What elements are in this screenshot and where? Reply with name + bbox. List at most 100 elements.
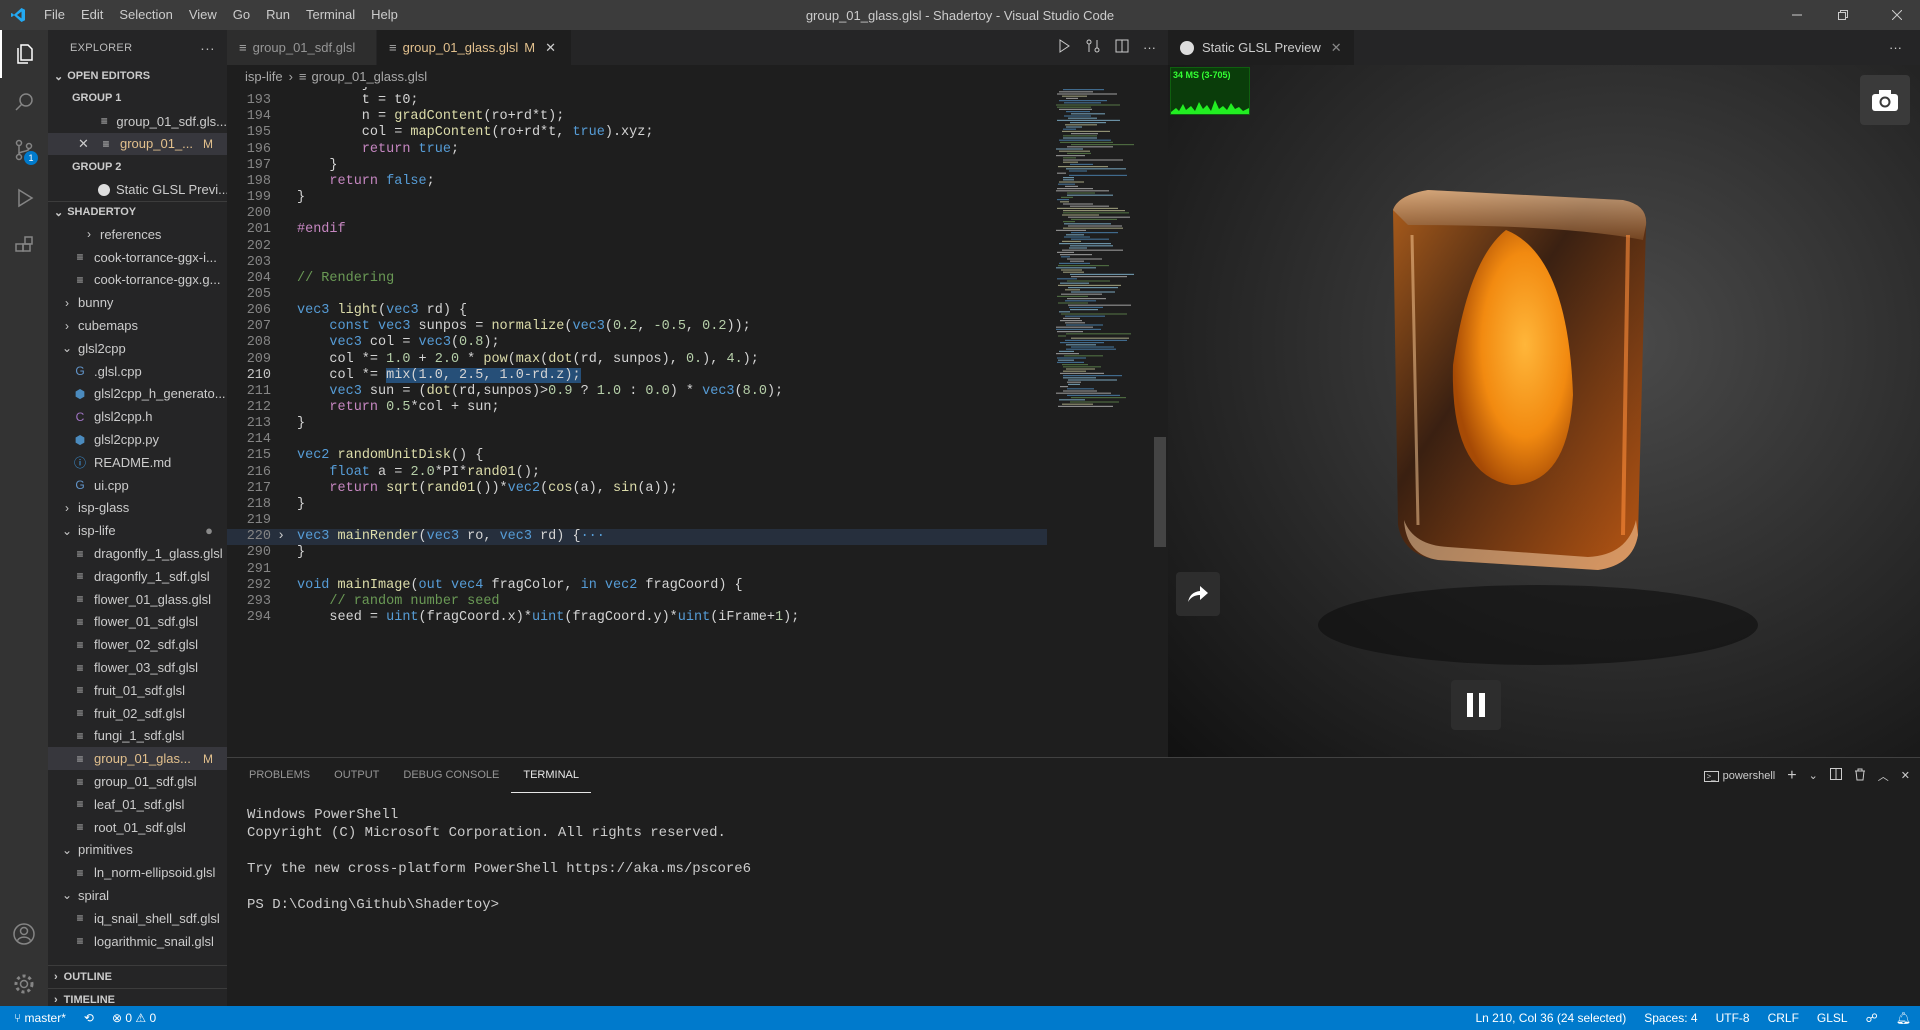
code-line[interactable]: 220 › vec3 mainRender(vec3 ro, vec3 rd) {·… <box>227 529 1047 546</box>
tree-file[interactable]: ⓘ README.md <box>48 451 227 474</box>
code-line[interactable]: 294 seed = uint(fragCoord.x)*uint(fragCo… <box>227 610 1047 626</box>
close-panel-icon[interactable]: ✕ <box>1901 769 1910 782</box>
tree-file[interactable]: ≡ leaf_01_sdf.glsl <box>48 793 227 816</box>
code-line[interactable]: 193 t = t0; <box>227 93 1047 109</box>
tree-file[interactable]: ⬢ glsl2cpp.py <box>48 428 227 451</box>
close-tab-icon[interactable]: ✕ <box>545 40 556 56</box>
code-line[interactable]: 208 vec3 col = vec3(0.8); <box>227 335 1047 351</box>
language-mode[interactable]: GLSL <box>1808 1011 1857 1025</box>
code-line[interactable]: 199} <box>227 190 1047 206</box>
terminal-selector[interactable]: >_ powershell <box>1703 770 1775 782</box>
settings-gear-icon[interactable] <box>0 960 48 1008</box>
sync-icon[interactable]: ⟲ <box>75 1011 103 1025</box>
breadcrumb-file[interactable]: group_01_glass.glsl <box>312 69 428 84</box>
tree-folder[interactable]: › references <box>48 223 227 246</box>
tree-file[interactable]: ≡ flower_03_sdf.glsl <box>48 656 227 679</box>
share-arrow-icon[interactable] <box>1176 572 1220 616</box>
tree-folder[interactable]: ⌄ primitives <box>48 839 227 862</box>
tree-file[interactable]: ≡ fruit_02_sdf.glsl <box>48 702 227 725</box>
restore-button[interactable] <box>1820 0 1866 30</box>
code-line[interactable]: 218} <box>227 497 1047 513</box>
code-line[interactable]: 292 void mainImage(out vec4 fragColor, in… <box>227 578 1047 594</box>
tree-file[interactable]: ≡ cook-torrance-ggx-i... <box>48 246 227 269</box>
tree-file[interactable]: ⬢ glsl2cpp_h_generato... <box>48 383 227 406</box>
shadertoy-folder-header[interactable]: ⌄ SHADERTOY <box>48 200 227 223</box>
cursor-position[interactable]: Ln 210, Col 36 (24 selected) <box>1466 1011 1635 1025</box>
tree-folder[interactable]: › isp-glass <box>48 497 227 520</box>
open-editor-item[interactable]: Static GLSL Previ... <box>48 178 227 201</box>
minimize-button[interactable] <box>1774 0 1820 30</box>
code-line[interactable]: 293 // random number seed <box>227 594 1047 610</box>
tree-file[interactable]: ≡ cook-torrance-ggx.g... <box>48 269 227 292</box>
code-line[interactable]: 217 return sqrt(rand01())*vec2(cos(a), s… <box>227 481 1047 497</box>
tree-file[interactable]: ≡ fruit_01_sdf.glsl <box>48 679 227 702</box>
menu-selection[interactable]: Selection <box>111 0 180 30</box>
menu-file[interactable]: File <box>36 0 73 30</box>
code-line[interactable]: 204 // Rendering <box>227 271 1047 287</box>
code-line[interactable]: 200 <box>227 206 1047 222</box>
tree-file[interactable]: Gui.cpp <box>48 474 227 497</box>
code-line[interactable]: 198 return false; <box>227 174 1047 190</box>
encoding[interactable]: UTF-8 <box>1707 1011 1759 1025</box>
code-line[interactable]: 194 n = gradContent(ro+rd*t); <box>227 109 1047 125</box>
explorer-icon[interactable] <box>0 30 48 78</box>
split-terminal-icon[interactable] <box>1829 768 1842 783</box>
trash-icon[interactable] <box>1854 768 1866 784</box>
close-window-button[interactable] <box>1874 0 1920 30</box>
code-line[interactable]: 206 vec3 light(vec3 rd) { <box>227 303 1047 319</box>
outline-header[interactable]: › OUTLINE <box>48 965 227 987</box>
tree-folder[interactable]: › bunny <box>48 291 227 314</box>
search-icon[interactable] <box>0 78 48 126</box>
code-line[interactable]: 216 float a = 2.0*PI*rand01(); <box>227 465 1047 481</box>
tree-file[interactable]: ≡ logarithmic_snail.glsl <box>48 930 227 953</box>
extensions-icon[interactable] <box>0 222 48 270</box>
run-debug-icon[interactable] <box>0 174 48 222</box>
tree-file[interactable]: ≡ iq_snail_shell_sdf.glsl <box>48 907 227 930</box>
panel-tab-terminal[interactable]: TERMINAL <box>511 758 591 793</box>
code-line[interactable]: 207 const vec3 sunpos = normalize(vec3(0… <box>227 319 1047 335</box>
tree-file[interactable]: ≡ dragonfly_1_glass.glsl <box>48 542 227 565</box>
live-share-icon[interactable]: ☍ <box>1857 1011 1887 1025</box>
tree-file[interactable]: ≡ dragonfly_1_sdf.glsl <box>48 565 227 588</box>
breadcrumb-folder[interactable]: isp-life <box>245 69 283 84</box>
line-ending[interactable]: CRLF <box>1759 1011 1808 1025</box>
notifications-bell-icon[interactable]: 🔔︎ <box>1887 1011 1920 1025</box>
new-terminal-icon[interactable]: + <box>1787 767 1796 785</box>
tree-file[interactable]: ≡ flower_01_glass.glsl <box>48 588 227 611</box>
tree-file[interactable]: ≡ root_01_sdf.glsl <box>48 816 227 839</box>
menu-terminal[interactable]: Terminal <box>298 0 363 30</box>
code-line[interactable]: 202 <box>227 239 1047 255</box>
tree-folder[interactable]: ⌄ isp-life ● <box>48 519 227 542</box>
chevron-down-icon[interactable]: ⌄ <box>1809 769 1818 782</box>
tab-static-glsl-preview[interactable]: Static GLSL Preview ✕ <box>1168 30 1355 65</box>
close-icon[interactable]: ✕ <box>78 136 98 152</box>
more-actions-icon[interactable]: ··· <box>200 40 215 56</box>
branch-indicator[interactable]: ⑂ master* <box>0 1011 75 1025</box>
tree-file[interactable]: ≡ flower_01_sdf.glsl <box>48 611 227 634</box>
tab-group-01-sdf[interactable]: ≡ group_01_sdf.glsl <box>227 30 377 65</box>
tree-file[interactable]: ≡ group_01_sdf.glsl <box>48 770 227 793</box>
compare-changes-icon[interactable] <box>1085 38 1101 57</box>
split-editor-icon[interactable] <box>1115 39 1129 56</box>
panel-tab-problems[interactable]: PROBLEMS <box>237 758 322 793</box>
code-line[interactable]: 290} <box>227 545 1047 561</box>
fold-chevron-icon[interactable]: › <box>277 529 285 545</box>
minimap[interactable] <box>1052 87 1152 757</box>
more-actions-icon[interactable]: ··· <box>1143 40 1156 55</box>
tree-file[interactable]: G .glsl.cpp <box>48 360 227 383</box>
tab-group-01-glass[interactable]: ≡ group_01_glass.glsl M ✕ <box>377 30 572 65</box>
code-editor[interactable]: 192 }193 t = t0;194 n = gradContent(ro+r… <box>227 87 1047 757</box>
tree-file[interactable]: ≡ flower_02_sdf.glsl <box>48 633 227 656</box>
accounts-icon[interactable] <box>0 910 48 958</box>
timeline-header[interactable]: › TIMELINE <box>48 988 227 1006</box>
code-line[interactable]: 214 <box>227 432 1047 448</box>
menu-go[interactable]: Go <box>225 0 258 30</box>
open-editor-item[interactable]: ≡ group_01_sdf.gls... <box>48 110 227 133</box>
code-line[interactable]: 209 col *= 1.0 + 2.0 * pow(max(dot(rd, s… <box>227 352 1047 368</box>
code-line[interactable]: 197 } <box>227 158 1047 174</box>
pause-icon[interactable] <box>1451 680 1501 730</box>
tree-folder[interactable]: › cubemaps <box>48 314 227 337</box>
menu-help[interactable]: Help <box>363 0 406 30</box>
tree-file[interactable]: ≡ fungi_1_sdf.glsl <box>48 725 227 748</box>
tree-file[interactable]: Cglsl2cpp.h <box>48 405 227 428</box>
